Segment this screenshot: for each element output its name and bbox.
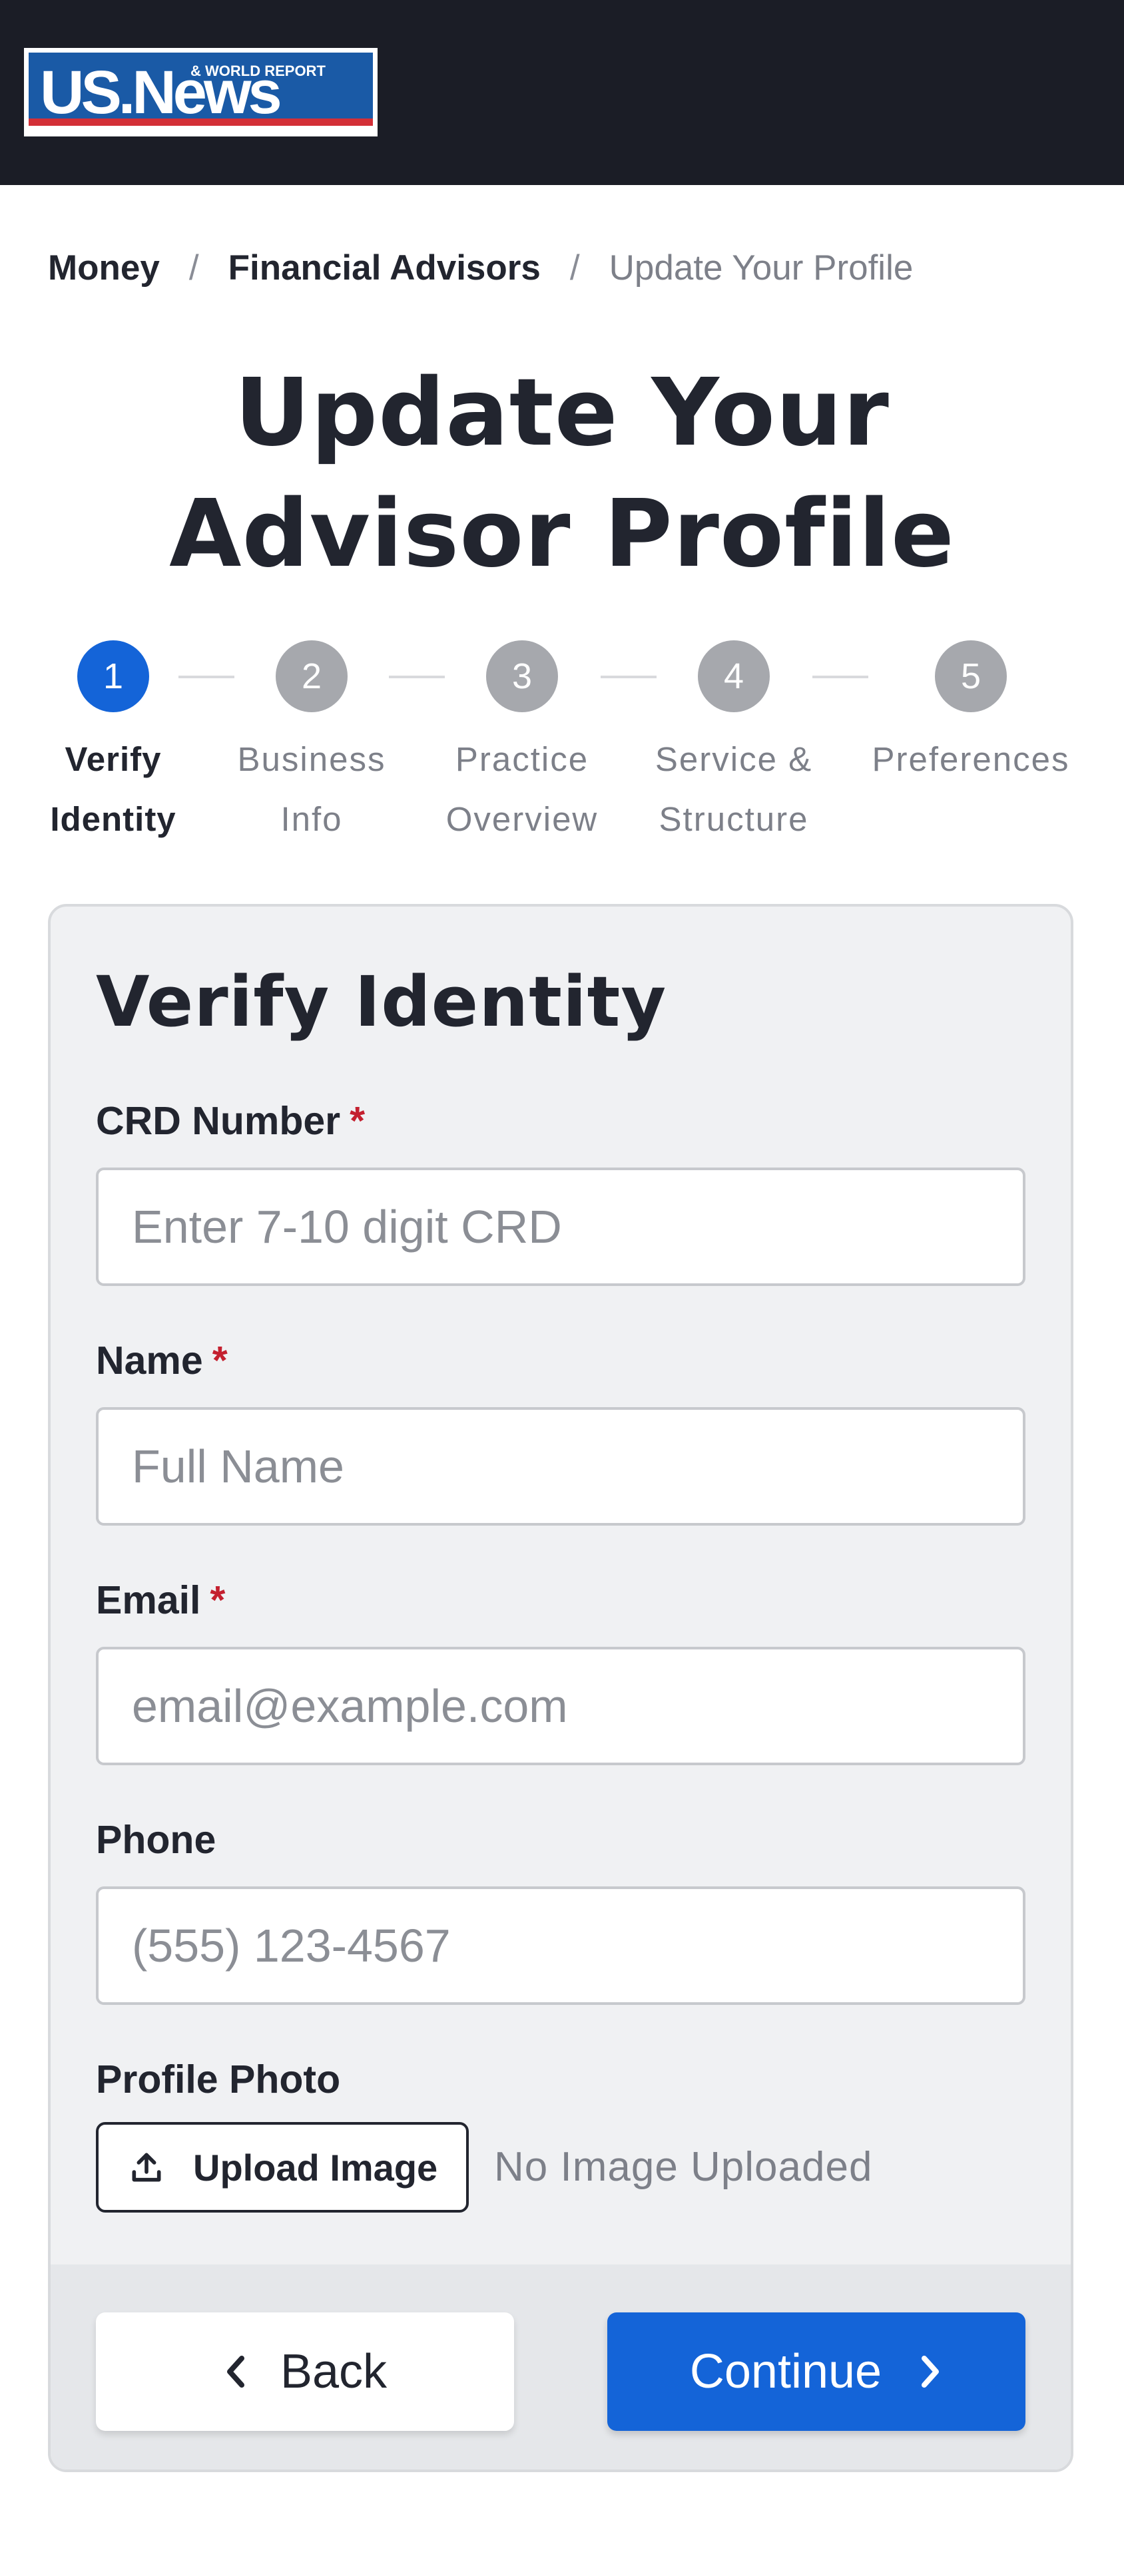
step-preferences[interactable]: 5 Preferences [871, 640, 1071, 789]
step-practice-overview[interactable]: 3 Practice Overview [422, 640, 622, 849]
step-label: Business Info [237, 740, 386, 838]
phone-input[interactable] [96, 1886, 1025, 2005]
crd-number-label: CRD Number * [96, 1099, 366, 1143]
required-marker: * [210, 1578, 226, 1622]
continue-button-label: Continue [689, 2345, 882, 2398]
back-button-label: Back [280, 2345, 388, 2398]
profile-photo-label: Profile Photo [96, 2057, 341, 2101]
phone-label: Phone [96, 1818, 216, 1862]
logo-tag-text: & WORLD REPORT [190, 63, 326, 79]
step-label: Preferences [872, 740, 1070, 778]
crd-number-input[interactable] [96, 1168, 1025, 1286]
upload-image-label: Upload Image [193, 2146, 438, 2189]
step-label: Verify Identity [50, 740, 176, 838]
upload-image-button[interactable]: Upload Image [96, 2122, 469, 2213]
step-number: 5 [935, 640, 1007, 712]
step-number: 3 [486, 640, 558, 712]
step-label: Practice Overview [445, 740, 599, 838]
back-button[interactable]: Back [96, 2312, 514, 2431]
step-number: 1 [77, 640, 149, 712]
chevron-left-icon [223, 2352, 250, 2392]
step-business-info[interactable]: 2 Business Info [212, 640, 412, 849]
chevron-right-icon [916, 2352, 943, 2392]
page-title: Update Your Advisor Profile [0, 353, 1124, 595]
breadcrumb-financial-advisors[interactable]: Financial Advisors [228, 248, 541, 288]
breadcrumb-money[interactable]: Money [48, 248, 160, 288]
continue-button[interactable]: Continue [607, 2312, 1025, 2431]
name-label: Name * [96, 1339, 228, 1383]
step-number: 4 [698, 640, 770, 712]
step-service-structure[interactable]: 4 Service & Structure [634, 640, 834, 849]
upload-icon [128, 2149, 165, 2186]
page-title-text: Update Your Advisor Profile [169, 359, 955, 588]
step-verify-identity[interactable]: 1 Verify Identity [13, 640, 213, 849]
breadcrumb: Money / Financial Advisors / Update Your… [48, 248, 913, 288]
step-label: Service & Structure [655, 740, 813, 838]
form-footer: Back Continue [51, 2264, 1071, 2469]
email-label: Email * [96, 1578, 226, 1622]
required-marker: * [350, 1099, 366, 1143]
name-input[interactable] [96, 1407, 1025, 1526]
verify-identity-card: Verify Identity CRD Number* Name* Email*… [48, 904, 1073, 2472]
card-title: Verify Identity [96, 961, 667, 1042]
step-connector [812, 676, 868, 678]
site-header: US.News & WORLD REPORT [0, 0, 1124, 185]
usnews-logo[interactable]: US.News & WORLD REPORT [24, 48, 378, 136]
breadcrumb-separator: / [188, 248, 199, 288]
email-input[interactable] [96, 1647, 1025, 1765]
breadcrumb-separator: / [569, 248, 580, 288]
step-number: 2 [276, 640, 348, 712]
upload-status-text: No Image Uploaded [494, 2144, 873, 2190]
breadcrumb-current-page: Update Your Profile [609, 248, 914, 288]
required-marker: * [212, 1339, 228, 1383]
